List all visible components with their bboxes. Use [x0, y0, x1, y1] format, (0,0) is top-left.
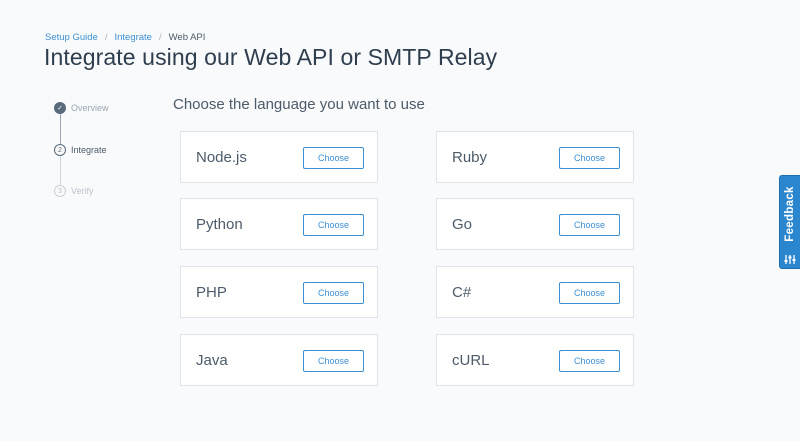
language-name: Node.js [196, 149, 247, 166]
checkmark-icon: ✓ [54, 102, 66, 114]
language-card-ruby: Ruby Choose [436, 131, 634, 183]
breadcrumb-integrate-link[interactable]: Integrate [114, 32, 152, 43]
step-label: Overview [71, 103, 109, 113]
stepper-connector [59, 114, 61, 145]
step-number-marker: 2 [54, 144, 66, 156]
step-label: Integrate [71, 145, 107, 155]
choose-python-button[interactable]: Choose [303, 214, 364, 236]
breadcrumb-current-web-api: Web API [168, 32, 206, 43]
choose-php-button[interactable]: Choose [303, 282, 364, 304]
language-name: cURL [452, 352, 490, 369]
sliders-icon [784, 255, 796, 264]
progress-stepper: ✓ Overview 2 Integrate 3 Verify [54, 102, 164, 202]
language-name: C# [452, 284, 472, 301]
step-verify: 3 Verify [54, 185, 94, 197]
step-overview[interactable]: ✓ Overview [54, 102, 109, 114]
breadcrumb: Setup Guide / Integrate / Web API [45, 32, 205, 43]
language-card-csharp: C# Choose [436, 266, 634, 318]
feedback-label: Feedback [784, 186, 796, 242]
language-card-go: Go Choose [436, 198, 634, 250]
step-integrate[interactable]: 2 Integrate [54, 144, 107, 156]
breadcrumb-separator: / [104, 32, 108, 43]
section-heading: Choose the language you want to use [173, 96, 425, 113]
step-label: Verify [71, 186, 94, 196]
choose-ruby-button[interactable]: Choose [559, 147, 620, 169]
stepper-connector [59, 156, 61, 185]
language-card-python: Python Choose [180, 198, 378, 250]
feedback-tab[interactable]: Feedback [779, 175, 800, 269]
page-title: Integrate using our Web API or SMTP Rela… [44, 44, 498, 70]
language-card-curl: cURL Choose [436, 334, 634, 386]
language-card-nodejs: Node.js Choose [180, 131, 378, 183]
language-name: Ruby [452, 149, 488, 166]
language-name: Java [196, 352, 228, 369]
step-number-marker: 3 [54, 185, 66, 197]
choose-csharp-button[interactable]: Choose [559, 282, 620, 304]
language-name: PHP [196, 284, 227, 301]
choose-go-button[interactable]: Choose [559, 214, 620, 236]
breadcrumb-separator: / [158, 32, 162, 43]
breadcrumb-setup-guide-link[interactable]: Setup Guide [45, 32, 98, 43]
choose-nodejs-button[interactable]: Choose [303, 147, 364, 169]
choose-java-button[interactable]: Choose [303, 350, 364, 372]
language-card-php: PHP Choose [180, 266, 378, 318]
language-name: Go [452, 216, 473, 233]
choose-curl-button[interactable]: Choose [559, 350, 620, 372]
language-card-java: Java Choose [180, 334, 378, 386]
language-name: Python [196, 216, 243, 233]
